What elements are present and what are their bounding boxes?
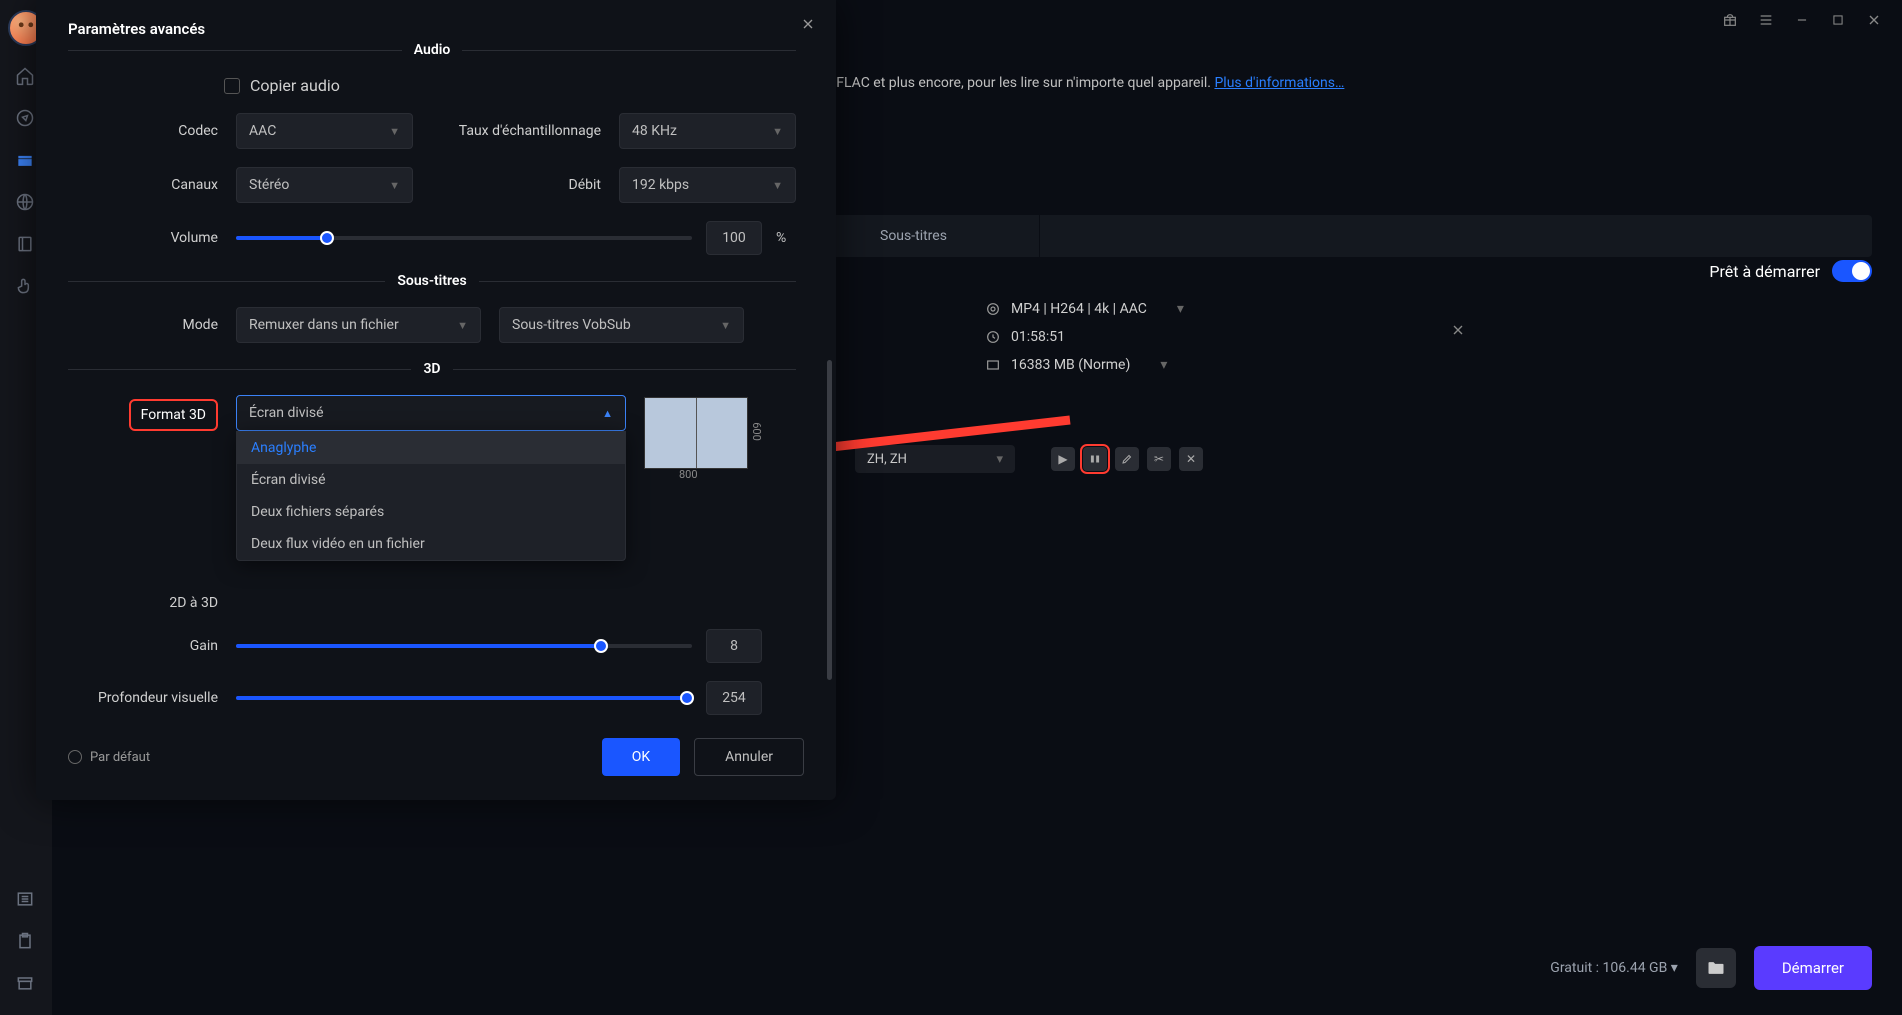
channels-select[interactable]: Stéréo▼ — [236, 167, 413, 203]
file-size: 16383 MB (Norme) — [1011, 357, 1130, 373]
depth-slider[interactable] — [236, 696, 692, 700]
hand-icon[interactable] — [15, 276, 37, 298]
subtitle-mode-select[interactable]: Remuxer dans un fichier▼ — [236, 307, 481, 343]
ready-label: Prêt à démarrer — [1709, 262, 1820, 281]
codec-select[interactable]: AAC▼ — [236, 113, 413, 149]
titlebar — [1722, 0, 1902, 40]
start-button[interactable]: Démarrer — [1754, 946, 1872, 990]
format3d-label: Format 3D — [129, 399, 218, 431]
file-duration: 01:58:51 — [1011, 329, 1065, 345]
edit-icon[interactable] — [1115, 447, 1139, 471]
language-select[interactable]: ZH, ZH▾ — [855, 445, 1015, 473]
close-icon[interactable] — [1866, 12, 1882, 28]
gain-slider[interactable] — [236, 644, 692, 648]
cancel-button[interactable]: Annuler — [694, 738, 804, 776]
subtitle-mode-label: Mode — [68, 317, 218, 333]
modal-close-button[interactable] — [800, 16, 816, 36]
format3d-dropdown: Anaglyphe Écran divisé Deux fichiers sép… — [236, 431, 626, 561]
cut-icon[interactable]: ✂ — [1147, 447, 1171, 471]
gift-icon[interactable] — [1722, 12, 1738, 28]
format3d-option-twostreams[interactable]: Deux flux vidéo en un fichier — [237, 528, 625, 560]
chevron-down-icon[interactable]: ▾ — [1177, 301, 1184, 317]
depth-value[interactable]: 254 — [706, 681, 762, 715]
format3d-option-split[interactable]: Écran divisé — [237, 464, 625, 496]
footer-bar: Gratuit : 106.44 GB ▾ Démarrer — [380, 943, 1872, 993]
volume-slider[interactable] — [236, 236, 692, 240]
3d-settings-button[interactable] — [1083, 447, 1107, 471]
description-text: , FLAC et plus encore, pour les lire sur… — [830, 75, 1344, 91]
depth-label: Profondeur visuelle — [68, 690, 218, 706]
file-info: MP4 | H264 | 4k | AAC ▾ 01:58:51 16383 M… — [985, 295, 1184, 379]
ok-button[interactable]: OK — [602, 738, 680, 776]
file-format: MP4 | H264 | 4k | AAC — [1011, 301, 1147, 317]
format-icon — [985, 301, 1001, 317]
chevron-down-icon[interactable]: ▾ — [1160, 357, 1167, 373]
maximize-icon[interactable] — [1830, 12, 1846, 28]
ready-row: Prêt à démarrer — [1709, 260, 1872, 282]
home-icon[interactable] — [15, 66, 37, 88]
copy-audio-label: Copier audio — [250, 76, 340, 95]
samplerate-label: Taux d'échantillonnage — [431, 123, 601, 139]
clock-icon — [985, 329, 1001, 345]
3d-preview: 800 600 — [644, 395, 764, 477]
section-3d: 3D — [423, 361, 440, 377]
gain-label: Gain — [68, 638, 218, 654]
default-radio-row[interactable]: Par défaut — [68, 750, 150, 765]
copy-audio-checkbox[interactable] — [224, 78, 240, 94]
advanced-settings-modal: Paramètres avancés Audio Copier audio Co… — [36, 0, 836, 800]
compass-icon[interactable] — [15, 108, 37, 130]
track-actions: ZH, ZH▾ ▶ ✂ ✕ — [855, 445, 1203, 473]
section-audio: Audio — [414, 42, 451, 58]
more-info-link[interactable]: Plus d'informations… — [1214, 75, 1344, 91]
tab-subtitles[interactable]: Sous-titres — [850, 215, 1040, 257]
default-label: Par défaut — [90, 750, 150, 765]
channels-label: Canaux — [68, 177, 218, 193]
format3d-select[interactable]: Écran divisé▲ — [236, 395, 626, 431]
minimize-icon[interactable] — [1794, 12, 1810, 28]
codec-label: Codec — [68, 123, 218, 139]
volume-unit: % — [776, 230, 796, 246]
subtitle-type-select[interactable]: Sous-titres VobSub▼ — [499, 307, 744, 343]
storage-icon — [985, 357, 1001, 373]
free-space-label: Gratuit : 106.44 GB ▾ — [1550, 960, 1678, 976]
gain-value[interactable]: 8 — [706, 629, 762, 663]
clipboard-icon[interactable] — [15, 931, 37, 953]
play-icon[interactable]: ▶ — [1051, 447, 1075, 471]
2d-to-3d-label: 2D à 3D — [68, 595, 218, 611]
modal-title: Paramètres avancés — [68, 20, 804, 38]
section-subtitles: Sous-titres — [397, 273, 466, 289]
ready-toggle[interactable] — [1832, 260, 1872, 282]
format3d-option-anaglyph[interactable]: Anaglyphe — [237, 432, 625, 464]
globe-icon[interactable] — [15, 192, 37, 214]
menu-icon[interactable] — [1758, 12, 1774, 28]
remove-file-button[interactable] — [1450, 322, 1466, 342]
delete-icon[interactable]: ✕ — [1179, 447, 1203, 471]
bitrate-select[interactable]: 192 kbps▼ — [619, 167, 796, 203]
archive-icon[interactable] — [15, 973, 37, 995]
format3d-option-twofiles[interactable]: Deux fichiers séparés — [237, 496, 625, 528]
default-radio[interactable] — [68, 750, 82, 764]
box-icon[interactable] — [15, 150, 37, 172]
volume-label: Volume — [68, 230, 218, 246]
output-folder-button[interactable] — [1696, 948, 1736, 988]
bitrate-label: Débit — [431, 177, 601, 193]
samplerate-select[interactable]: 48 KHz▼ — [619, 113, 796, 149]
list-icon[interactable] — [15, 889, 37, 911]
scrollbar[interactable] — [827, 360, 832, 680]
book-icon[interactable] — [15, 234, 37, 256]
volume-value[interactable]: 100 — [706, 221, 762, 255]
